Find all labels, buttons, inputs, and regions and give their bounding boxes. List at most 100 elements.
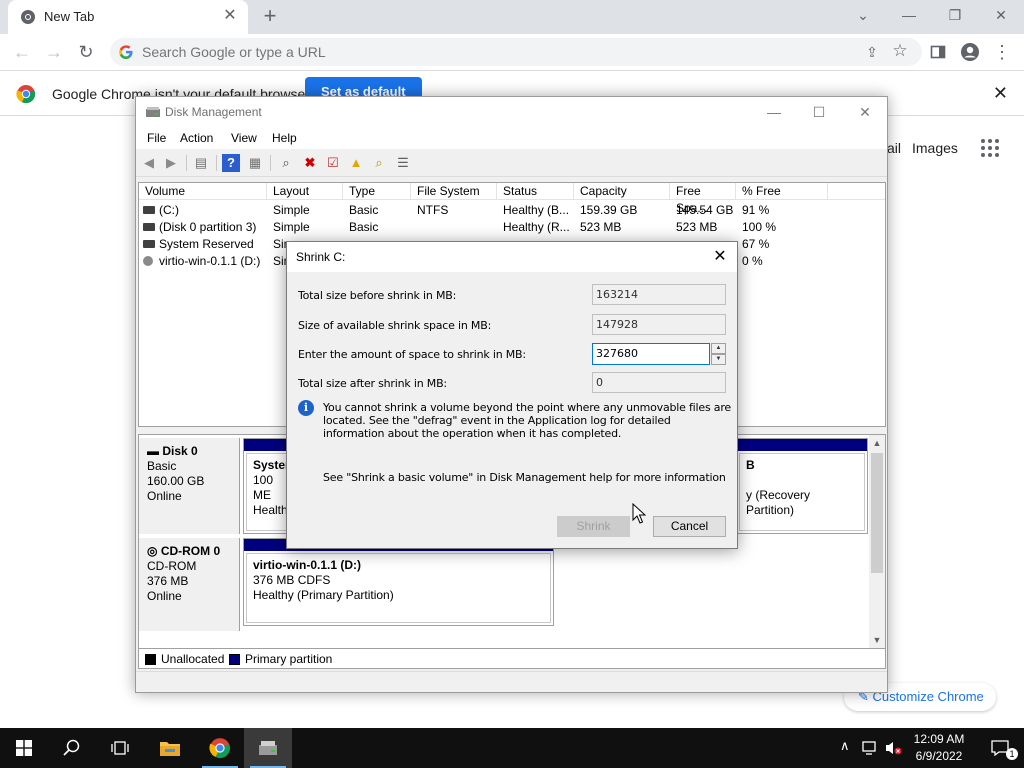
partition-virtio-win[interactable]: virtio-win-0.1.1 (D:) 376 MB CDFS Health… — [243, 538, 554, 626]
dm-titlebar[interactable]: Disk Management — ☐ ✕ — [136, 97, 887, 127]
dm-close-button[interactable]: ✕ — [851, 101, 879, 123]
new-tab-button[interactable]: + — [258, 4, 282, 28]
search-button[interactable] — [48, 728, 96, 768]
disk-0-label[interactable]: ▬ Disk 0 Basic 160.00 GB Online — [139, 438, 240, 534]
col-type[interactable]: Type — [343, 183, 411, 200]
connect-drive-icon[interactable]: ⌕ — [277, 154, 295, 172]
col-file-system[interactable]: File System — [411, 183, 497, 200]
chrome-logo-icon — [16, 85, 36, 104]
partition-size: 376 MB CDFS — [253, 573, 331, 587]
disk-icon: ▬ — [147, 444, 163, 458]
properties-icon[interactable]: ▦ — [246, 154, 264, 172]
graphical-view-scrollbar[interactable]: ▲ ▼ — [869, 435, 885, 648]
tab-new-tab[interactable]: New Tab ✕ — [8, 0, 248, 34]
disk-management-icon — [146, 107, 160, 117]
menu-action[interactable]: Action — [180, 131, 213, 145]
info-icon: i — [298, 400, 314, 416]
back-icon[interactable]: ← — [10, 40, 34, 64]
shrink-amount-input[interactable]: 327680 — [592, 343, 710, 365]
dm-minimize-button[interactable]: — — [760, 101, 788, 123]
scroll-up-icon[interactable]: ▲ — [869, 435, 885, 451]
action-center-button[interactable]: 1 — [976, 728, 1024, 768]
omnibox-input[interactable] — [142, 38, 842, 66]
total-before-label: Total size before shrink in MB: — [298, 289, 457, 302]
disk-management-taskbar-icon — [259, 741, 277, 755]
partition-status: y (Recovery Partition) — [746, 488, 811, 517]
dm-maximize-button[interactable]: ☐ — [805, 101, 833, 123]
col-status[interactable]: Status — [497, 183, 574, 200]
chrome-menu-icon[interactable]: ⋮ — [990, 40, 1014, 64]
toolbar-separator — [216, 155, 217, 171]
disk-management-taskbar-button[interactable] — [244, 728, 292, 768]
cdrom-0-size: 376 MB — [147, 574, 189, 588]
col-capacity[interactable]: Capacity — [574, 183, 670, 200]
chrome-favicon-icon — [21, 10, 35, 24]
help-icon[interactable]: ? — [222, 154, 240, 172]
system-clock[interactable]: 12:09 AM 6/9/2022 — [906, 731, 972, 765]
forward-icon[interactable]: → — [42, 40, 66, 64]
network-icon[interactable] — [862, 740, 880, 756]
shrink-dialog-titlebar[interactable]: Shrink C: ✕ — [287, 242, 737, 272]
cdrom-0-row[interactable]: ◎ CD-ROM 0 CD-ROM 376 MB Online virtio-w… — [139, 538, 868, 631]
bookmark-star-icon[interactable]: ☆ — [890, 40, 910, 62]
show-hide-console-icon[interactable]: ▤ — [192, 154, 210, 172]
partition-recovery[interactable]: B y (Recovery Partition) — [736, 438, 868, 534]
show-hidden-icons[interactable]: ∧ — [840, 738, 850, 754]
cell-pct: 67 % — [742, 237, 770, 251]
back-arrow-icon[interactable]: ◀ — [140, 154, 158, 172]
start-button[interactable] — [0, 728, 48, 768]
col-volume[interactable]: Volume — [139, 183, 267, 200]
menu-view[interactable]: View — [231, 131, 257, 145]
tab-search-icon[interactable]: ⌄ — [851, 4, 875, 26]
spin-up-button[interactable]: ▲ — [711, 343, 726, 354]
volume-muted-icon[interactable] — [884, 740, 902, 756]
list-view-icon[interactable]: ☰ — [394, 154, 412, 172]
shrink-dialog-close-icon[interactable]: ✕ — [709, 246, 731, 268]
restore-button[interactable]: ❐ — [943, 4, 967, 26]
cdrom-0-label[interactable]: ◎ CD-ROM 0 CD-ROM 376 MB Online — [139, 538, 240, 631]
cell-volume: System Reserved — [159, 237, 254, 251]
col-free-space[interactable]: Free Spa... — [670, 183, 736, 215]
menu-file[interactable]: File — [147, 131, 166, 145]
menu-help[interactable]: Help — [272, 131, 297, 145]
scroll-thumb[interactable] — [871, 453, 883, 573]
clock-time: 12:09 AM — [913, 732, 965, 746]
folder-icon — [160, 742, 180, 756]
reload-icon[interactable]: ↻ — [74, 40, 98, 64]
forward-arrow-icon[interactable]: ▶ — [162, 154, 180, 172]
cell-fs: NTFS — [417, 203, 449, 217]
infobar-close-icon[interactable]: ✕ — [993, 83, 1008, 104]
close-window-button[interactable]: ✕ — [989, 4, 1013, 26]
shrink-button[interactable]: Shrink — [557, 516, 630, 537]
folder-up-icon[interactable]: ▲ — [347, 154, 365, 172]
task-view-button[interactable] — [96, 728, 144, 768]
share-icon[interactable]: ⇪ — [862, 42, 882, 62]
side-panel-icon[interactable] — [926, 40, 950, 64]
volume-list-header: Volume Layout Type File System Status Ca… — [139, 183, 885, 215]
dm-toolbar: ◀ ▶ ▤ ? ▦ ⌕ ✖ ☑ ▲ ⌕ ☰ — [136, 149, 887, 177]
shrink-help-text: See "Shrink a basic volume" in Disk Mana… — [323, 471, 726, 484]
file-explorer-button[interactable] — [146, 728, 194, 768]
ntp-images-link[interactable]: Images — [912, 140, 958, 156]
tab-close-icon[interactable]: ✕ — [220, 6, 240, 26]
google-apps-icon[interactable] — [980, 138, 1000, 158]
spin-down-button[interactable]: ▼ — [711, 354, 726, 365]
task-view-icon — [111, 741, 129, 755]
cancel-button[interactable]: Cancel — [653, 516, 726, 537]
check-icon[interactable]: ☑ — [324, 154, 342, 172]
volume-row[interactable]: (C:) Simple Basic NTFS Healthy (B... 159… — [139, 202, 885, 219]
scroll-down-icon[interactable]: ▼ — [869, 632, 885, 648]
omnibox[interactable]: ⇪ ☆ — [110, 38, 922, 66]
volume-row[interactable]: (Disk 0 partition 3) Simple Basic Health… — [139, 219, 885, 236]
profile-avatar-icon[interactable] — [958, 40, 982, 64]
col-percent-free[interactable]: % Free — [736, 183, 828, 200]
col-layout[interactable]: Layout — [267, 183, 343, 200]
windows-taskbar: ∧ 12:09 AM 6/9/2022 1 — [0, 728, 1024, 768]
cell-capacity: 159.39 GB — [580, 203, 638, 217]
delete-icon[interactable]: ✖ — [301, 154, 319, 172]
minimize-button[interactable]: — — [897, 4, 921, 26]
ntp-gmail-link[interactable]: ail — [887, 140, 901, 156]
chrome-taskbar-button[interactable] — [196, 728, 244, 768]
search-folder-icon[interactable]: ⌕ — [370, 154, 388, 172]
google-icon — [119, 45, 133, 59]
